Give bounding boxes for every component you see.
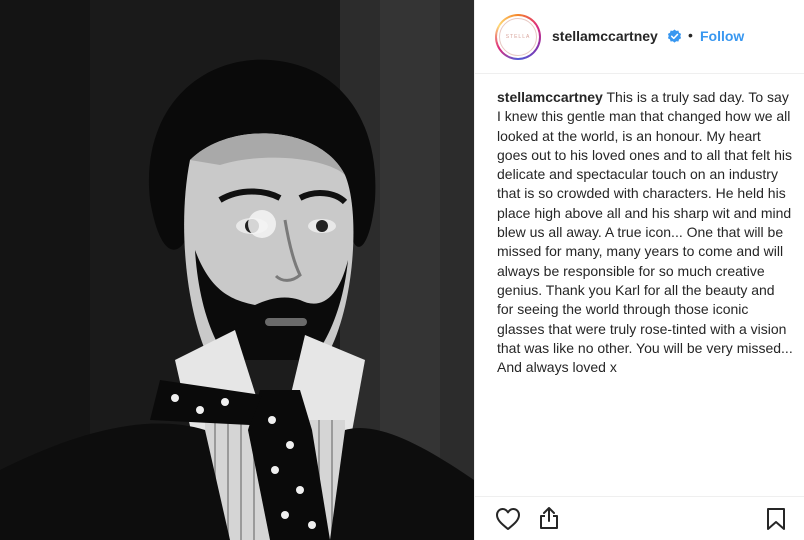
share-button[interactable] — [538, 506, 560, 535]
instagram-post: STELLA stellamccartney • Follow stellamc… — [0, 0, 804, 540]
separator-dot: • — [688, 27, 693, 43]
share-icon — [540, 507, 558, 529]
action-bar — [475, 496, 804, 540]
post-header: STELLA stellamccartney • Follow — [475, 0, 804, 74]
save-button[interactable] — [766, 507, 786, 536]
brand-logo: STELLA — [499, 18, 537, 56]
avatar[interactable]: STELLA — [495, 14, 541, 60]
brand-logo-text: STELLA — [505, 34, 531, 40]
post-side-panel: STELLA stellamccartney • Follow stellamc… — [474, 0, 804, 540]
post-caption: stellamccartney This is a truly sad day.… — [497, 88, 793, 377]
bookmark-icon — [767, 508, 785, 530]
follow-button[interactable]: Follow — [700, 28, 744, 44]
caption-text: This is a truly sad day. To say I knew t… — [497, 89, 793, 376]
verified-badge-icon — [667, 29, 682, 43]
post-photo[interactable] — [0, 0, 474, 540]
username-link[interactable]: stellamccartney — [552, 28, 658, 44]
caption-username-link[interactable]: stellamccartney — [497, 89, 603, 105]
heart-icon — [496, 508, 520, 530]
avatar-inner: STELLA — [497, 16, 539, 58]
portrait-illustration — [0, 0, 474, 540]
like-button[interactable] — [495, 507, 521, 536]
